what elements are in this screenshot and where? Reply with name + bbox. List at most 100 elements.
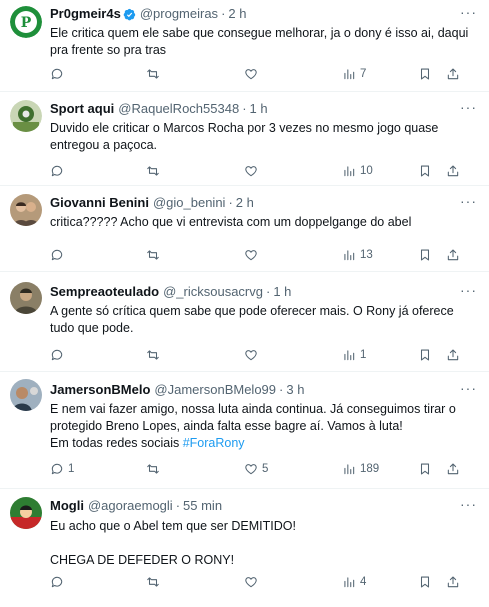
tweet[interactable]: Sport aqui @RaquelRoch55348 · 1 h ··· Du… xyxy=(0,92,489,186)
reply-button[interactable] xyxy=(50,247,68,263)
views-button[interactable]: 189 xyxy=(342,461,379,477)
author-name[interactable]: JamersonBMelo xyxy=(50,382,150,398)
tweet[interactable]: Mogli @agoraemogli · 55 min ··· Eu acho … xyxy=(0,489,489,607)
more-icon[interactable]: ··· xyxy=(460,381,477,395)
like-button[interactable] xyxy=(244,347,262,363)
more-icon[interactable]: ··· xyxy=(460,283,477,297)
share-button[interactable] xyxy=(446,461,460,477)
retweet-button[interactable] xyxy=(146,574,164,590)
bookmark-icon xyxy=(420,576,430,588)
author-handle[interactable]: @JamersonBMelo99 xyxy=(154,382,276,398)
views-button[interactable]: 4 xyxy=(342,574,366,590)
avatar[interactable] xyxy=(10,100,42,132)
retweet-button[interactable] xyxy=(146,347,164,363)
like-button[interactable] xyxy=(244,574,262,590)
timestamp[interactable]: 2 h xyxy=(228,6,246,22)
bookmark-button[interactable] xyxy=(418,574,432,590)
bookmark-button[interactable] xyxy=(418,347,432,363)
timestamp[interactable]: 1 h xyxy=(273,284,291,300)
more-icon[interactable]: ··· xyxy=(460,100,477,114)
like-icon xyxy=(245,464,257,475)
bookmark-button[interactable] xyxy=(418,247,432,263)
bookmark-button[interactable] xyxy=(418,461,432,477)
author-name[interactable]: Sport aqui xyxy=(50,101,114,117)
separator-dot: · xyxy=(175,498,181,513)
author-name[interactable]: Sempreaoteulado xyxy=(50,284,159,300)
like-icon xyxy=(245,69,257,80)
share-button[interactable] xyxy=(446,66,460,82)
like-button[interactable] xyxy=(244,66,262,82)
reply-icon xyxy=(51,576,63,588)
tweet-header: Pr0gmeir4s @progmeiras · 2 h xyxy=(50,0,477,22)
like-button[interactable]: 5 xyxy=(244,461,268,477)
tweet-text: critica????? Acho que vi entrevista com … xyxy=(50,215,412,229)
like-button[interactable] xyxy=(244,163,262,179)
share-icon xyxy=(447,249,459,261)
retweet-button[interactable] xyxy=(146,66,164,82)
like-icon xyxy=(245,350,257,361)
reply-icon xyxy=(51,349,63,361)
hashtag-link[interactable]: #ForaRony xyxy=(183,436,245,450)
separator-dot: · xyxy=(242,101,247,116)
action-bar: 1 5 189 xyxy=(0,461,489,477)
tweet[interactable]: Sempreaoteulado @_ricksousacrvg · 1 h ··… xyxy=(0,272,489,372)
share-icon xyxy=(447,463,459,475)
views-icon xyxy=(344,69,355,80)
views-button[interactable]: 1 xyxy=(342,347,366,363)
share-button[interactable] xyxy=(446,247,460,263)
tweet[interactable]: JamersonBMelo @JamersonBMelo99 · 3 h ···… xyxy=(0,372,489,489)
reply-button[interactable] xyxy=(50,66,68,82)
avatar[interactable] xyxy=(10,497,42,529)
reply-button[interactable] xyxy=(50,163,68,179)
like-count: 5 xyxy=(262,463,269,475)
more-icon[interactable]: ··· xyxy=(460,497,477,511)
tweet[interactable]: Giovanni Benini @gio_benini · 2 h ··· cr… xyxy=(0,186,489,272)
views-button[interactable]: 10 xyxy=(342,163,373,179)
author-handle[interactable]: @agoraemogli xyxy=(88,498,173,514)
avatar[interactable] xyxy=(10,282,42,314)
author-name[interactable]: Giovanni Benini xyxy=(50,195,149,211)
reply-button[interactable]: 1 xyxy=(50,461,74,477)
share-button[interactable] xyxy=(446,163,460,179)
more-icon[interactable]: ··· xyxy=(460,5,477,19)
bookmark-button[interactable] xyxy=(418,66,432,82)
author-handle[interactable]: @gio_benini xyxy=(153,195,225,211)
views-button[interactable]: 7 xyxy=(342,66,366,82)
reply-button[interactable] xyxy=(50,347,68,363)
author-handle[interactable]: @RaquelRoch55348 xyxy=(118,101,239,117)
reply-button[interactable] xyxy=(50,574,68,590)
retweet-button[interactable] xyxy=(146,163,164,179)
retweet-button[interactable] xyxy=(146,247,164,263)
view-count: 7 xyxy=(360,68,367,80)
action-bar: 7 xyxy=(0,66,489,82)
bookmark-icon xyxy=(420,68,430,80)
view-count: 4 xyxy=(360,576,367,588)
views-button[interactable]: 13 xyxy=(342,247,373,263)
timestamp[interactable]: 55 min xyxy=(183,498,222,514)
tweet-header: Mogli @agoraemogli · 55 min xyxy=(50,489,477,514)
reply-icon xyxy=(51,463,63,475)
tweet-header: Sempreaoteulado @_ricksousacrvg · 1 h xyxy=(50,272,477,300)
avatar[interactable]: P xyxy=(10,6,42,38)
tweet[interactable]: P Pr0gmeir4s @progmeiras · 2 h ··· Ele c… xyxy=(0,0,489,92)
retweet-button[interactable] xyxy=(146,461,164,477)
author-handle[interactable]: @progmeiras xyxy=(140,6,218,22)
author-name[interactable]: Mogli xyxy=(50,498,84,514)
timestamp[interactable]: 1 h xyxy=(250,101,268,117)
separator-dot: · xyxy=(266,284,271,299)
avatar[interactable] xyxy=(10,379,42,411)
timestamp[interactable]: 3 h xyxy=(286,382,304,398)
share-button[interactable] xyxy=(446,347,460,363)
like-icon xyxy=(245,250,257,261)
author-handle[interactable]: @_ricksousacrvg xyxy=(163,284,263,300)
bookmark-button[interactable] xyxy=(418,163,432,179)
tweet-text: Duvido ele criticar o Marcos Rocha por 3… xyxy=(50,121,442,152)
author-name[interactable]: Pr0gmeir4s xyxy=(50,6,121,22)
share-button[interactable] xyxy=(446,574,460,590)
timestamp[interactable]: 2 h xyxy=(236,195,254,211)
retweet-icon xyxy=(147,69,159,79)
more-icon[interactable]: ··· xyxy=(460,194,477,208)
view-count: 10 xyxy=(360,165,373,177)
avatar[interactable] xyxy=(10,194,42,226)
like-button[interactable] xyxy=(244,247,262,263)
